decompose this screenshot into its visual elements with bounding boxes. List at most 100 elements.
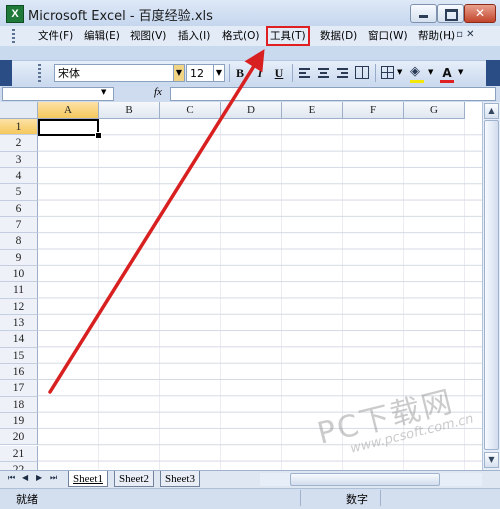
borders-icon[interactable]	[381, 66, 394, 79]
row-header-6[interactable]: 6	[0, 200, 38, 217]
status-bar	[0, 488, 500, 509]
toolbar-separator	[375, 64, 376, 82]
font-color-swatch	[440, 80, 454, 83]
font-color-button[interactable]: A	[440, 65, 454, 81]
row-header-17[interactable]: 17	[0, 380, 38, 397]
status-ready: 就绪	[16, 493, 38, 506]
fill-handle[interactable]	[95, 132, 102, 139]
bold-button[interactable]: B	[233, 65, 247, 81]
row-header-22[interactable]: 22	[0, 461, 38, 470]
formula-input[interactable]	[170, 87, 496, 101]
title-bar: X Microsoft Excel - 百度经验.xls ✕	[0, 0, 500, 27]
menu-window[interactable]: 窗口(W)	[368, 28, 408, 44]
sheet-tab-sheet2[interactable]: Sheet2	[114, 471, 154, 487]
sheet-tab-sheet1[interactable]: Sheet1	[68, 471, 108, 487]
first-sheet-icon[interactable]: ⏮	[8, 473, 15, 483]
menu-insert[interactable]: 插入(I)	[178, 28, 210, 44]
font-name-dropdown-icon[interactable]: ▼	[173, 64, 185, 82]
borders-dropdown-icon[interactable]: ▼	[397, 68, 402, 76]
name-box-dropdown-icon[interactable]: ▼	[101, 88, 106, 96]
fill-color-icon[interactable]: ◈	[410, 64, 420, 79]
name-box[interactable]: ▼	[2, 87, 114, 101]
toolbar-right-handle[interactable]	[486, 60, 500, 86]
maximize-icon	[445, 9, 458, 21]
active-cell-a1[interactable]	[38, 119, 99, 136]
italic-button[interactable]: I	[253, 65, 267, 81]
menubar-grip-icon[interactable]	[12, 29, 15, 43]
column-header-e[interactable]: E	[282, 102, 343, 119]
menu-view[interactable]: 视图(V)	[130, 28, 166, 44]
font-color-dropdown-icon[interactable]: ▼	[458, 68, 463, 76]
row-header-9[interactable]: 9	[0, 249, 38, 266]
prev-sheet-icon[interactable]: ◀	[22, 473, 28, 482]
menu-bar: 文件(F) 编辑(E) 视图(V) 插入(I) 格式(O) 工具(T) 数据(D…	[0, 26, 500, 46]
menu-file[interactable]: 文件(F)	[38, 28, 73, 44]
fill-color-dropdown-icon[interactable]: ▼	[428, 68, 433, 76]
window-title: Microsoft Excel - 百度经验.xls	[28, 9, 213, 24]
select-all-corner[interactable]	[0, 102, 38, 119]
excel-window: X Microsoft Excel - 百度经验.xls ✕ 文件(F) 编辑(…	[0, 0, 500, 509]
fill-color-swatch	[410, 80, 424, 83]
sheet-tab-sheet3[interactable]: Sheet3	[160, 471, 200, 487]
excel-icon: X	[6, 5, 24, 23]
menu-tools[interactable]: 工具(T)	[266, 26, 310, 46]
menu-format[interactable]: 格式(O)	[222, 28, 259, 44]
row-header-10[interactable]: 10	[0, 265, 38, 283]
status-separator	[300, 490, 301, 506]
horizontal-scroll-thumb[interactable]	[290, 473, 440, 486]
cell-area[interactable]	[38, 119, 482, 470]
row-header-2[interactable]: 2	[0, 135, 38, 152]
scroll-up-icon[interactable]: ▲	[484, 103, 499, 119]
row-header-7[interactable]: 7	[0, 216, 38, 234]
row-header-21[interactable]: 21	[0, 445, 38, 462]
row-header-13[interactable]: 13	[0, 314, 38, 332]
toolbar-separator	[229, 64, 230, 82]
scroll-down-icon[interactable]: ▼	[484, 452, 499, 468]
underline-button[interactable]: U	[272, 65, 286, 81]
align-right-icon[interactable]	[337, 68, 348, 78]
row-header-18[interactable]: 18	[0, 396, 38, 413]
minimize-icon	[419, 15, 428, 18]
column-header-b[interactable]: B	[99, 102, 160, 119]
close-button[interactable]: ✕	[464, 4, 496, 23]
menu-data[interactable]: 数据(D)	[320, 28, 357, 44]
column-header-g[interactable]: G	[404, 102, 465, 119]
last-sheet-icon[interactable]: ⏭	[50, 473, 57, 483]
column-header-a[interactable]: A	[38, 102, 99, 119]
font-name-select[interactable]: 宋体	[54, 64, 174, 82]
toolbar-separator	[292, 64, 293, 82]
next-sheet-icon[interactable]: ▶	[36, 473, 42, 482]
document-window-controls[interactable]: _ ▫ ✕	[448, 29, 475, 40]
align-center-icon[interactable]	[318, 68, 329, 78]
vertical-scroll-thumb[interactable]	[484, 120, 499, 450]
close-icon: ✕	[474, 6, 486, 20]
merge-center-icon[interactable]	[355, 66, 369, 79]
row-header-19[interactable]: 19	[0, 412, 38, 430]
status-separator	[380, 490, 381, 506]
column-header-f[interactable]: F	[343, 102, 404, 119]
toolbar-grip-icon[interactable]	[38, 64, 41, 82]
row-header-5[interactable]: 5	[0, 184, 38, 201]
row-header-15[interactable]: 15	[0, 347, 38, 364]
insert-function-icon[interactable]: fx	[154, 86, 162, 98]
vertical-scrollbar[interactable]: ▲ ▼	[482, 102, 500, 470]
font-size-dropdown-icon[interactable]: ▼	[213, 64, 225, 82]
row-header-20[interactable]: 20	[0, 429, 38, 446]
row-header-3[interactable]: 3	[0, 151, 38, 168]
column-header-d[interactable]: D	[221, 102, 282, 119]
toolbar-left-handle[interactable]	[0, 60, 12, 86]
row-header-8[interactable]: 8	[0, 233, 38, 250]
worksheet-grid: A B C D E F G 1 2 3 4 5 6 7 8 9 10 11 12 13 14 15 16 17 1…	[0, 102, 482, 470]
row-header-4[interactable]: 4	[0, 167, 38, 185]
align-left-icon[interactable]	[299, 68, 310, 78]
column-header-c[interactable]: C	[160, 102, 221, 119]
row-header-14[interactable]: 14	[0, 331, 38, 348]
row-header-11[interactable]: 11	[0, 282, 38, 299]
menu-edit[interactable]: 编辑(E)	[84, 28, 120, 44]
font-size-select[interactable]: 12	[186, 64, 214, 82]
row-header-1[interactable]: 1	[0, 119, 38, 136]
maximize-button[interactable]	[437, 4, 464, 23]
row-header-12[interactable]: 12	[0, 298, 38, 315]
row-header-16[interactable]: 16	[0, 363, 38, 381]
minimize-button[interactable]	[410, 4, 437, 23]
